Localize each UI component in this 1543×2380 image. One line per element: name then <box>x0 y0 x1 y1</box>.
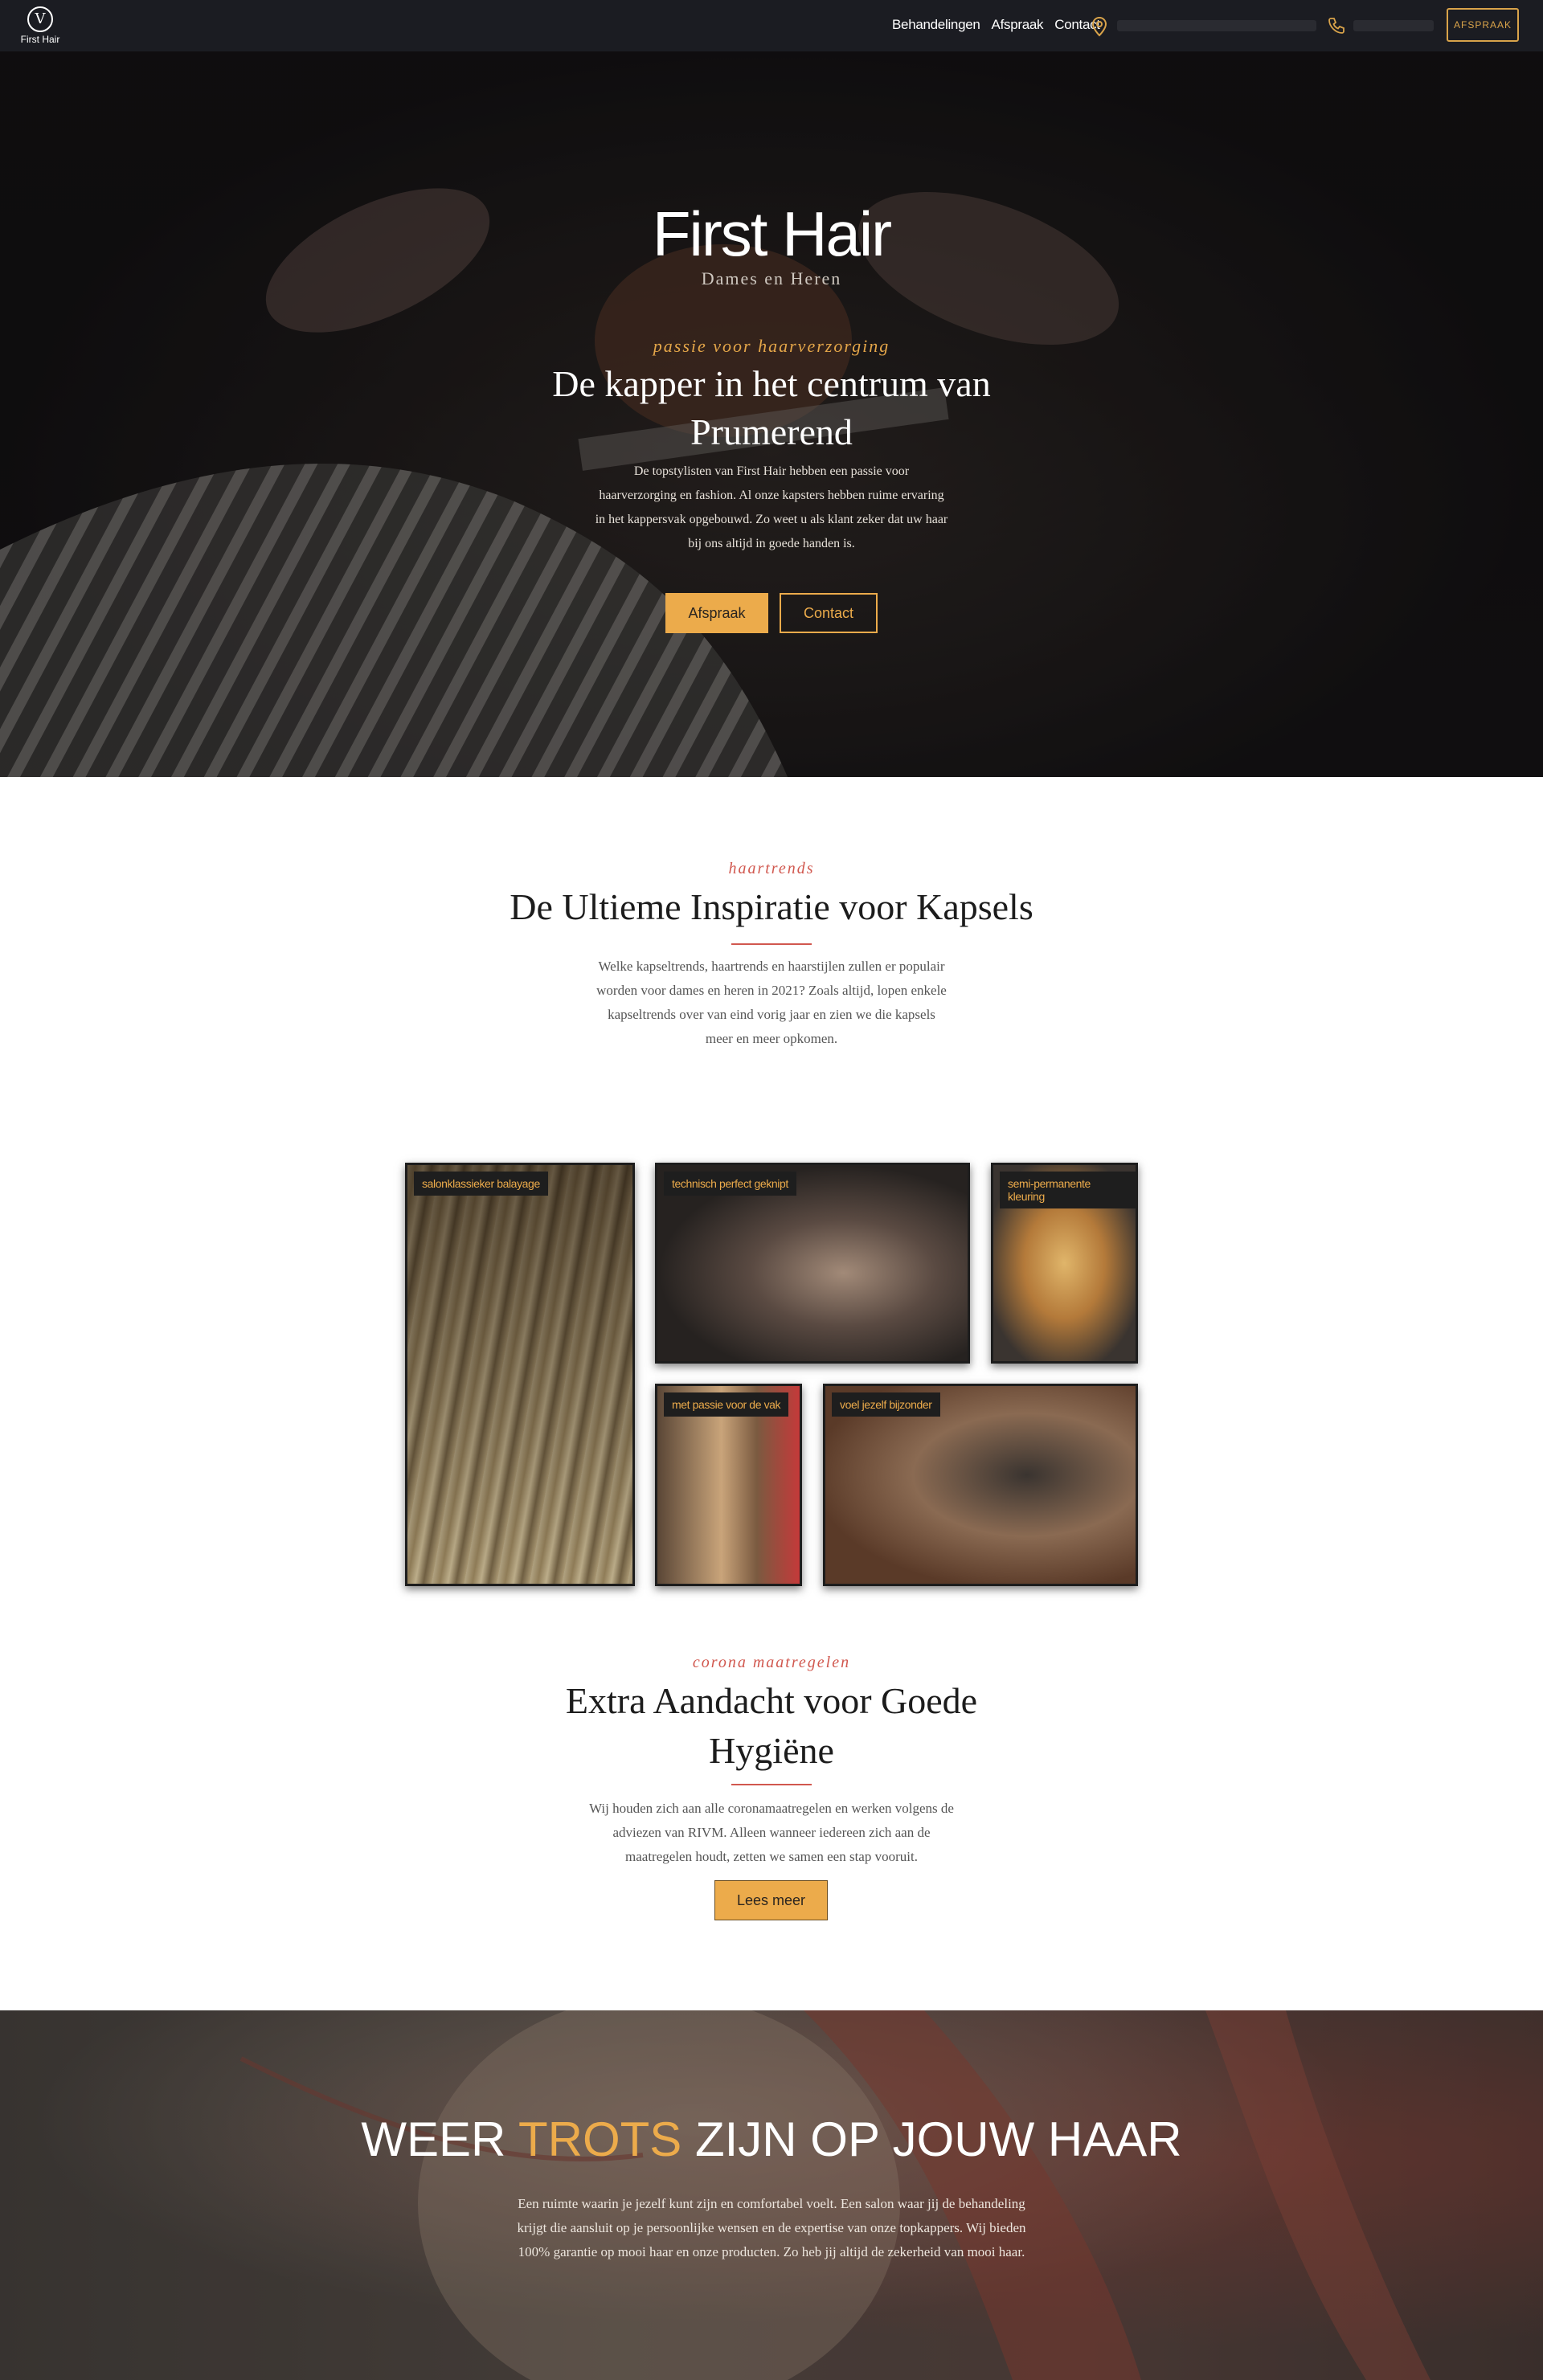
banner-title-after: ZIJN OP JOUW HAAR <box>694 2112 1182 2166</box>
top-navigation: V First Hair Behandelingen Afspraak Cont… <box>0 0 1543 51</box>
lees-meer-button[interactable]: Lees meer <box>714 1880 828 1920</box>
trends-kicker: haartrends <box>728 860 815 877</box>
banner-title: WEER TROTS ZIJN OP JOUW HAAR <box>0 2112 1543 2167</box>
banner-text: Een ruimte waarin je jezelf kunt zijn en… <box>517 2196 1026 2259</box>
map-pin-icon[interactable] <box>1091 16 1108 37</box>
gallery-label: met passie voor de vak <box>664 1392 789 1417</box>
banner-title-accent: TROTS <box>518 2112 682 2166</box>
hero-tagline: passie voor haarverzorging <box>653 336 890 356</box>
hygiene-kicker: corona maatregelen <box>692 1654 851 1671</box>
nav-link-behandelingen[interactable]: Behandelingen <box>892 17 980 33</box>
nav-links: Behandelingen Afspraak Contact <box>892 17 1100 33</box>
hero-subtitle: Dames en Heren <box>701 268 842 288</box>
gallery-tile-passie[interactable]: met passie voor de vak <box>655 1384 802 1586</box>
logo-badge: V <box>27 6 53 32</box>
hero-title: First Hair <box>652 198 892 269</box>
hero-section: First Hair Dames en Heren passie voor ha… <box>0 51 1543 777</box>
trends-heading: De Ultieme Inspiratie voor Kapsels <box>510 886 1033 927</box>
gallery-label: voel jezelf bijzonder <box>832 1392 940 1417</box>
phone-icon[interactable] <box>1327 16 1346 35</box>
hygiene-heading: Extra Aandacht voor Goede Hygiëne <box>565 1680 978 1771</box>
gallery-label: technisch perfect geknipt <box>664 1172 796 1196</box>
gallery-label: semi-permanente kleuring <box>1000 1172 1136 1208</box>
gallery-tile-bijzonder[interactable]: voel jezelf bijzonder <box>823 1384 1138 1586</box>
hero-heading: De kapper in het centrum van Prumerend <box>552 363 991 452</box>
banner-section: WEER TROTS ZIJN OP JOUW HAAR Een ruimte … <box>0 2010 1543 2380</box>
nav-afspraak-button[interactable]: AFSPRAAK <box>1447 8 1519 42</box>
address-placeholder-bar <box>1117 20 1316 31</box>
banner-title-before: WEER <box>361 2112 506 2166</box>
hero-afspraak-button[interactable]: Afspraak <box>665 593 768 633</box>
gallery-tile-geknipt[interactable]: technisch perfect geknipt <box>655 1163 970 1364</box>
hygiene-divider <box>731 1784 812 1785</box>
hygiene-text: Wij houden zich aan alle coronamaatregel… <box>589 1801 954 1864</box>
logo[interactable]: V First Hair <box>18 6 63 45</box>
hero-text: De topstylisten van First Hair hebben ee… <box>595 464 948 550</box>
nav-link-afspraak[interactable]: Afspraak <box>992 17 1044 33</box>
trends-divider <box>731 943 812 945</box>
trends-text: Welke kapseltrends, haartrends en haarst… <box>596 959 947 1046</box>
logo-text: First Hair <box>20 34 60 45</box>
hero-contact-button[interactable]: Contact <box>780 593 878 633</box>
gallery-tile-balayage[interactable]: salonklassieker balayage <box>405 1163 635 1586</box>
gallery-tile-kleuring[interactable]: semi-permanente kleuring <box>991 1163 1138 1364</box>
gallery-label: salonklassieker balayage <box>414 1172 548 1196</box>
phone-placeholder-bar <box>1353 20 1434 31</box>
